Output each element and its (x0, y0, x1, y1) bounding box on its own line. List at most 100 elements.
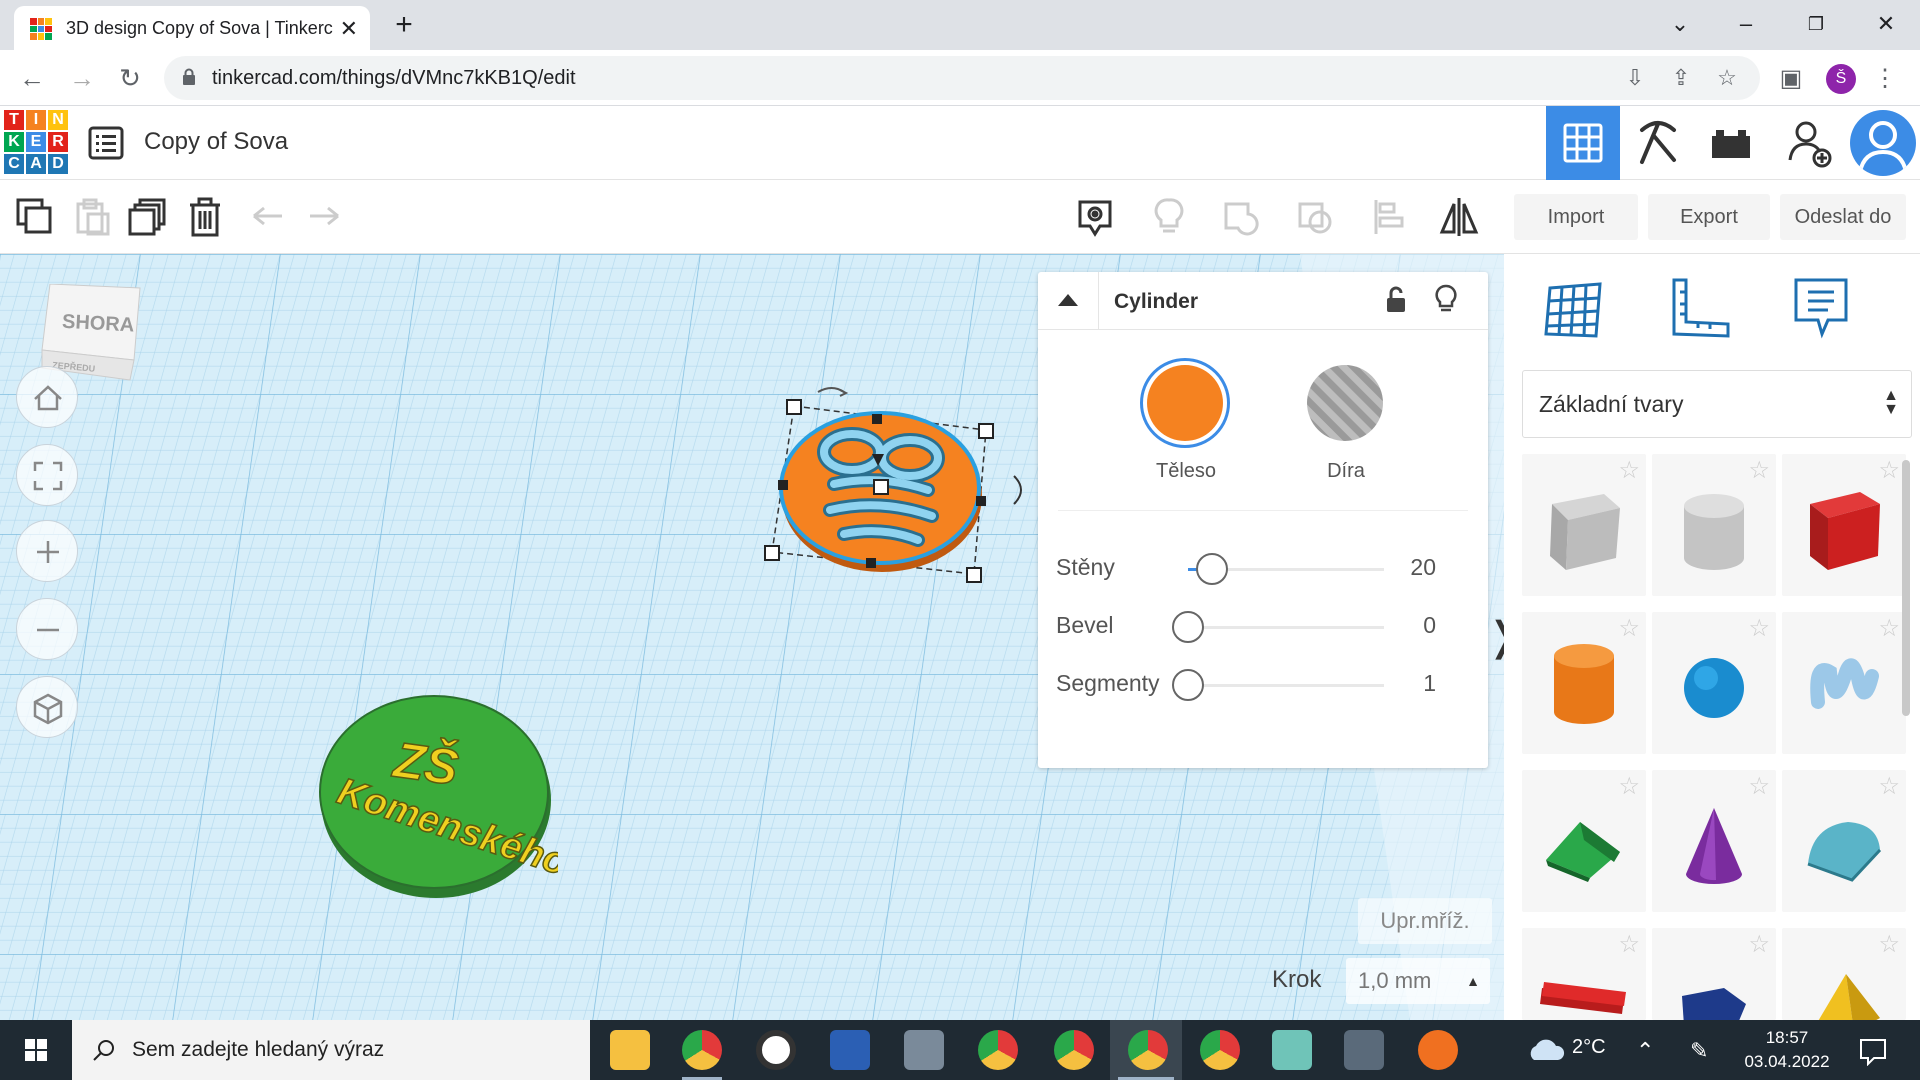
solid-color-swatch[interactable] (1140, 358, 1230, 448)
close-window-button[interactable]: ✕ (1866, 6, 1906, 42)
calculator-icon[interactable] (1344, 1030, 1384, 1070)
walls-slider-thumb[interactable] (1196, 553, 1228, 585)
trash-icon[interactable] (184, 196, 226, 238)
paste-icon[interactable] (72, 196, 114, 238)
resize-handle[interactable] (866, 558, 876, 568)
file-explorer-icon[interactable] (610, 1030, 650, 1070)
notifications-icon[interactable] (1858, 1036, 1888, 1066)
export-button[interactable]: Export (1648, 194, 1770, 240)
weather-temperature[interactable]: 2°C (1572, 1036, 1606, 1059)
green-disc-object[interactable]: ZŠ Komenského (314, 684, 558, 904)
word-icon[interactable] (830, 1030, 870, 1070)
segments-slider-track[interactable] (1188, 684, 1384, 687)
prop-value[interactable]: 0 (1423, 612, 1436, 639)
windows-start-icon[interactable] (0, 1020, 72, 1080)
workplane-grid-icon[interactable] (1540, 274, 1610, 344)
browser-tab[interactable]: 3D design Copy of Sova | Tinkerc ✕ (14, 6, 370, 50)
tab-search-icon[interactable]: ⌄ (1660, 6, 1700, 42)
menu-kebab-icon[interactable]: ⋮ (1870, 64, 1900, 94)
minimize-button[interactable]: – (1726, 6, 1766, 42)
rotate-handle[interactable] (1013, 475, 1022, 505)
align-icon[interactable] (1368, 196, 1410, 238)
back-button[interactable]: ← (12, 58, 52, 98)
zoom-in-button[interactable] (16, 520, 78, 582)
shape-round-roof[interactable]: ☆ (1782, 770, 1906, 912)
bricks-view-button[interactable] (1694, 106, 1768, 180)
duplicate-icon[interactable] (126, 196, 168, 238)
chrome-profile-purple-icon[interactable] (1128, 1030, 1168, 1070)
copy-icon[interactable] (14, 196, 56, 238)
prop-value[interactable]: 1 (1423, 670, 1436, 697)
resize-handle[interactable] (778, 480, 788, 490)
tab-close-icon[interactable]: ✕ (340, 16, 358, 42)
glass-app-icon[interactable] (1272, 1030, 1312, 1070)
zoom-out-button[interactable] (16, 598, 78, 660)
snap-step-select[interactable]: 1,0 mm ▲ (1346, 958, 1490, 1004)
tray-chevron-icon[interactable]: ⌃ (1636, 1038, 1654, 1064)
bevel-slider-thumb[interactable] (1172, 611, 1204, 643)
obs-icon[interactable] (756, 1030, 796, 1070)
chrome-profile-z-icon[interactable] (978, 1030, 1018, 1070)
hole-swatch[interactable] (1300, 358, 1390, 448)
install-icon[interactable]: ⇩ (1622, 65, 1648, 91)
shape-box-hole[interactable]: ☆ (1522, 454, 1646, 596)
notes-icon[interactable] (1074, 196, 1116, 238)
blocks-view-button[interactable] (1620, 106, 1694, 180)
shape-pyramid[interactable]: ☆ (1782, 928, 1906, 1020)
perspective-button[interactable] (16, 676, 78, 738)
ungroup-icon[interactable] (1294, 196, 1336, 238)
selected-cylinder-object[interactable] (752, 380, 1042, 610)
url-bar[interactable]: tinkercad.com/things/dVMnc7kKB1Q/edit ⇩ … (164, 56, 1760, 100)
taskbar-search-box[interactable]: Sem zadejte hledaný výraz (72, 1020, 590, 1080)
shape-cylinder[interactable]: ☆ (1522, 612, 1646, 754)
shapes-scrollbar[interactable] (1902, 460, 1910, 716)
lightbulb-icon[interactable] (1434, 284, 1458, 316)
shape-sphere[interactable]: ☆ (1652, 612, 1776, 754)
resize-handle[interactable] (872, 414, 882, 424)
forward-button[interactable]: → (62, 58, 102, 98)
design-list-icon[interactable] (88, 126, 124, 160)
shape-scribble[interactable]: ☆ (1782, 612, 1906, 754)
chrome-icon[interactable] (682, 1030, 722, 1070)
tinkercad-logo[interactable]: T I N K E R C A D (4, 110, 68, 174)
reload-button[interactable]: ↻ (110, 58, 150, 98)
bookmark-star-icon[interactable]: ☆ (1714, 65, 1740, 91)
taskbar-clock[interactable]: 18:57 03.04.2022 (1732, 1026, 1842, 1074)
notes-icon[interactable] (1788, 274, 1858, 344)
user-avatar[interactable] (1850, 110, 1916, 176)
orange-app-icon[interactable] (1418, 1030, 1458, 1070)
height-handle[interactable] (873, 479, 889, 495)
send-to-button[interactable]: Odeslat do (1780, 194, 1906, 240)
invite-user-button[interactable] (1772, 106, 1846, 180)
home-view-button[interactable] (16, 366, 78, 428)
lock-icon[interactable] (1384, 284, 1408, 314)
resize-handle[interactable] (966, 567, 982, 583)
camera-icon[interactable] (904, 1030, 944, 1070)
chrome-profile-blue-icon[interactable] (1200, 1030, 1240, 1070)
3d-design-view-button[interactable] (1546, 106, 1620, 180)
shape-text[interactable]: ☆ (1522, 928, 1646, 1020)
import-button[interactable]: Import (1514, 194, 1638, 240)
fit-view-button[interactable] (16, 444, 78, 506)
shape-box[interactable]: ☆ (1782, 454, 1906, 596)
shape-roof[interactable]: ☆ (1522, 770, 1646, 912)
resize-handle[interactable] (976, 496, 986, 506)
chrome-profile-s-icon[interactable] (1054, 1030, 1094, 1070)
restore-button[interactable]: ❐ (1796, 6, 1836, 42)
shape-cone[interactable]: ☆ (1652, 770, 1776, 912)
side-panel-icon[interactable]: ▣ (1776, 64, 1806, 94)
segments-slider-thumb[interactable] (1172, 669, 1204, 701)
resize-handle[interactable] (764, 545, 780, 561)
resize-handle[interactable] (978, 423, 994, 439)
ruler-icon[interactable] (1664, 274, 1734, 344)
bevel-slider-track[interactable] (1188, 626, 1384, 629)
share-icon[interactable]: ⇪ (1668, 65, 1694, 91)
edit-grid-button[interactable]: Upr.mříž. (1358, 898, 1492, 944)
redo-icon[interactable] (304, 196, 346, 238)
undo-icon[interactable] (246, 196, 288, 238)
collapse-up-icon[interactable] (1056, 290, 1080, 310)
shape-category-select[interactable]: Základní tvary ▲ ▼ (1522, 370, 1912, 438)
design-name[interactable]: Copy of Sova (144, 128, 288, 156)
lightbulb-icon[interactable] (1148, 196, 1190, 238)
group-icon[interactable] (1220, 196, 1262, 238)
